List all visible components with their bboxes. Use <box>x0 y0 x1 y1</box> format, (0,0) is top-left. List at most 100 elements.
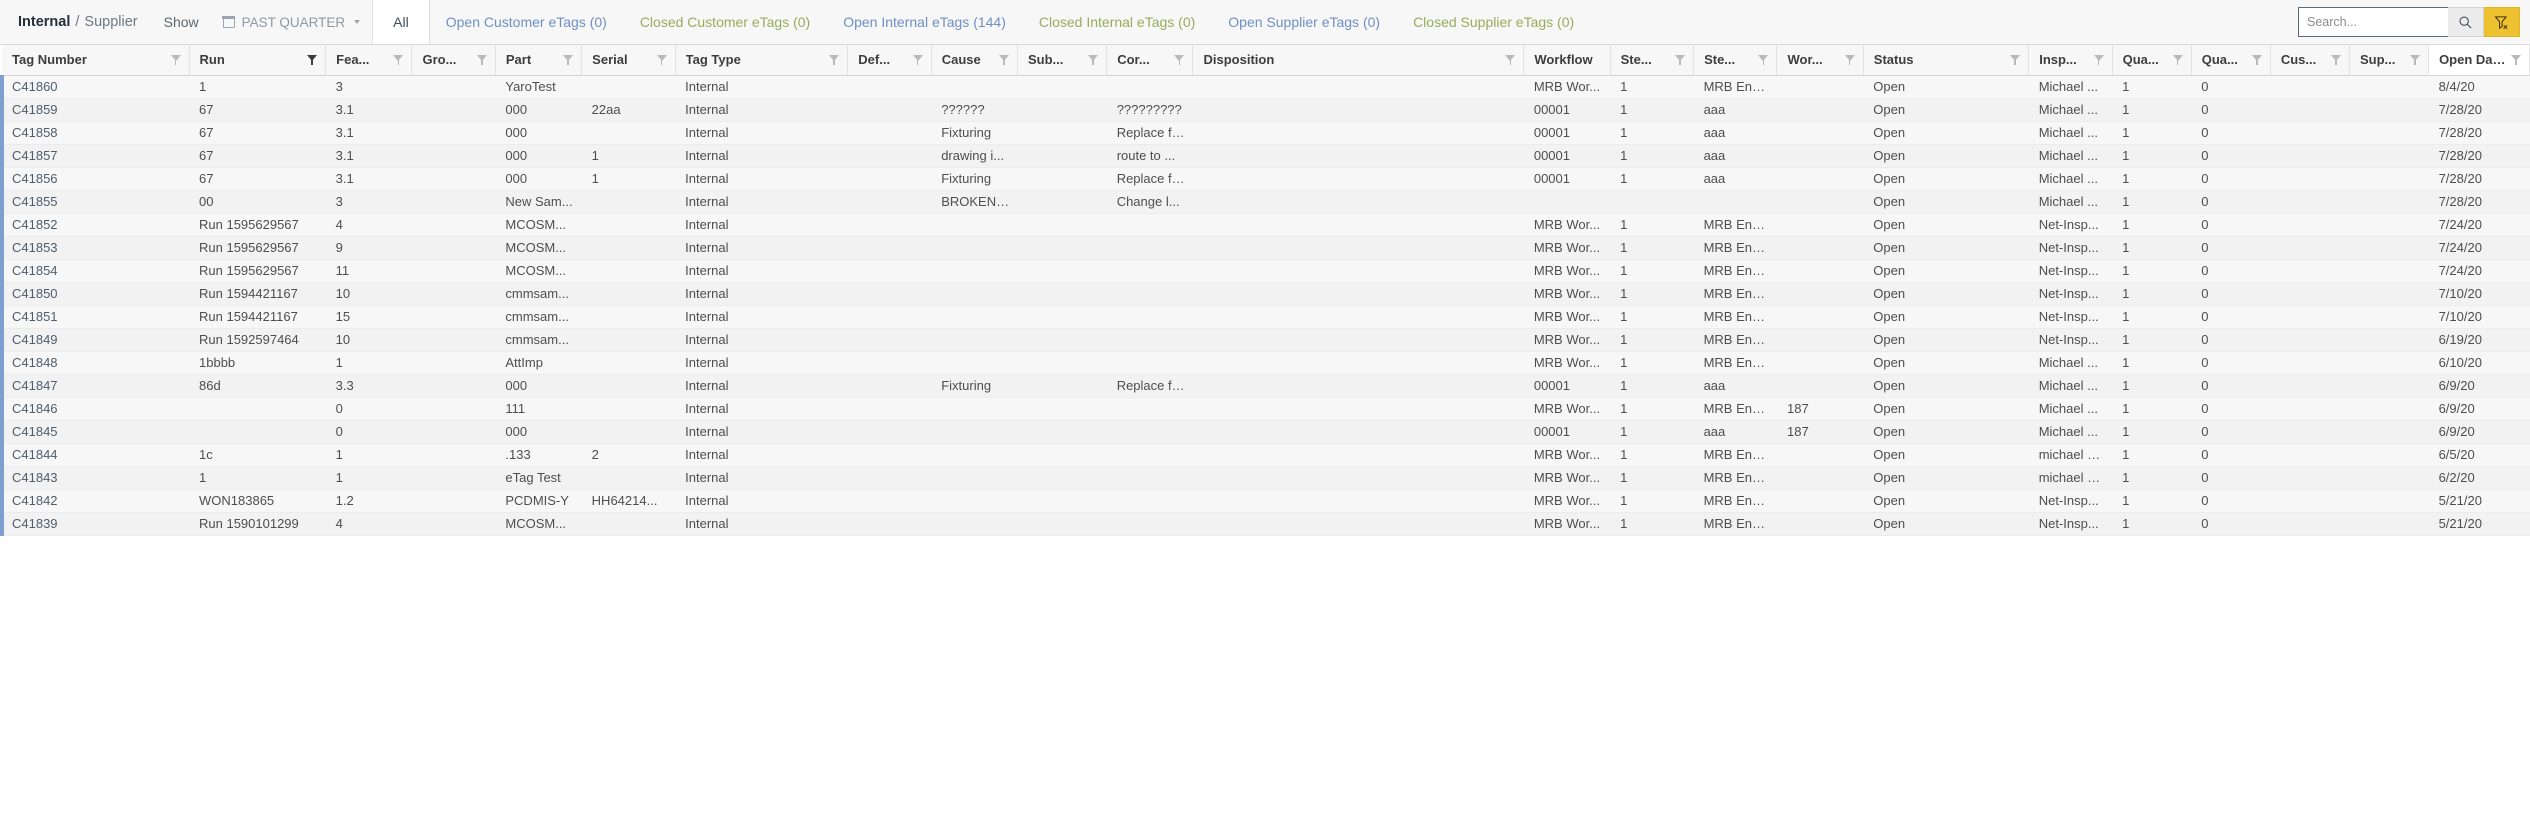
breadcrumb-supplier[interactable]: Supplier <box>84 14 137 30</box>
cell-cus <box>2270 466 2349 489</box>
clear-filter-button[interactable] <box>2484 7 2520 37</box>
table-row[interactable]: C4186013YaroTestInternalMRB Wor...1MRB E… <box>2 75 2530 98</box>
tab-closed-internal-etags[interactable]: Closed Internal eTags (0) <box>1023 0 1212 44</box>
column-filter-icon[interactable] <box>171 55 181 65</box>
column-header-def[interactable]: Def... <box>848 45 931 75</box>
column-header-sup[interactable]: Sup... <box>2349 45 2428 75</box>
cell-qua: 1 <box>2112 305 2191 328</box>
column-filter-icon[interactable] <box>307 55 317 65</box>
column-header-label: Disposition <box>1203 52 1274 67</box>
column-filter-icon[interactable] <box>1758 55 1768 65</box>
tab-all[interactable]: All <box>372 0 430 44</box>
table-row[interactable]: C41855003New Sam...InternalBROKEN ...Cha… <box>2 190 2530 213</box>
column-filter-icon[interactable] <box>913 55 923 65</box>
cell-disposition <box>1193 489 1524 512</box>
table-row[interactable]: C41850Run 159442116710cmmsam...InternalM… <box>2 282 2530 305</box>
column-filter-icon[interactable] <box>2331 55 2341 65</box>
column-header-cor[interactable]: Cor... <box>1107 45 1193 75</box>
cell-run <box>189 420 326 443</box>
column-filter-icon[interactable] <box>657 55 667 65</box>
column-filter-icon[interactable] <box>1505 55 1515 65</box>
cell-ste: 1 <box>1610 374 1693 397</box>
column-header-qua[interactable]: Qua... <box>2191 45 2270 75</box>
table-row[interactable]: C41842WON1838651.2PCDMIS-YHH64214...Inte… <box>2 489 2530 512</box>
column-filter-icon[interactable] <box>477 55 487 65</box>
column-filter-icon[interactable] <box>2010 55 2020 65</box>
column-filter-icon[interactable] <box>2511 55 2521 65</box>
column-filter-icon[interactable] <box>1675 55 1685 65</box>
period-picker[interactable]: PAST QUARTER <box>211 0 373 44</box>
cell-part: cmmsam... <box>495 328 581 351</box>
table-row[interactable]: C41859673.100022aaInternal??????????????… <box>2 98 2530 121</box>
search-input[interactable] <box>2298 7 2448 37</box>
column-header-cause[interactable]: Cause <box>931 45 1017 75</box>
cell-sub <box>1018 75 1107 98</box>
column-filter-icon[interactable] <box>1845 55 1855 65</box>
table-row[interactable]: C41858673.1000InternalFixturingReplace f… <box>2 121 2530 144</box>
cell-insp: Michael ... <box>2029 397 2112 420</box>
table-row[interactable]: C41849Run 159259746410cmmsam...InternalM… <box>2 328 2530 351</box>
cell-ste: MRB Engi... <box>1694 489 1777 512</box>
column-header-ste[interactable]: Ste... <box>1610 45 1693 75</box>
column-header-fea[interactable]: Fea... <box>326 45 412 75</box>
table-row[interactable]: C418481bbbb1AttImpInternalMRB Wor...1MRB… <box>2 351 2530 374</box>
column-header-qua[interactable]: Qua... <box>2112 45 2191 75</box>
column-header-run[interactable]: Run <box>189 45 326 75</box>
cell-ste: 1 <box>1610 397 1693 420</box>
column-header-part[interactable]: Part <box>495 45 581 75</box>
column-header-open-dat[interactable]: Open Dat... <box>2429 45 2530 75</box>
table-row[interactable]: C4184786d3.3000InternalFixturingReplace … <box>2 374 2530 397</box>
column-filter-icon[interactable] <box>2173 55 2183 65</box>
column-filter-icon[interactable] <box>2094 55 2104 65</box>
column-header-cus[interactable]: Cus... <box>2270 45 2349 75</box>
column-header-disposition[interactable]: Disposition <box>1193 45 1524 75</box>
table-row[interactable]: C41856673.10001InternalFixturingReplace … <box>2 167 2530 190</box>
column-header-ste[interactable]: Ste... <box>1694 45 1777 75</box>
cell-serial <box>582 121 676 144</box>
cell-disposition <box>1193 328 1524 351</box>
column-filter-icon[interactable] <box>1088 55 1098 65</box>
column-filter-icon[interactable] <box>829 55 839 65</box>
column-filter-icon[interactable] <box>999 55 1009 65</box>
column-header-sub[interactable]: Sub... <box>1018 45 1107 75</box>
column-header-wor[interactable]: Wor... <box>1777 45 1863 75</box>
table-row[interactable]: C418460111InternalMRB Wor...1MRB Engi...… <box>2 397 2530 420</box>
tab-open-supplier-etags[interactable]: Open Supplier eTags (0) <box>1212 0 1397 44</box>
tab-open-internal-etags[interactable]: Open Internal eTags (144) <box>827 0 1023 44</box>
column-filter-icon[interactable] <box>2410 55 2420 65</box>
cell-status: Open <box>1863 236 2028 259</box>
breadcrumb-internal[interactable]: Internal <box>18 14 70 30</box>
column-header-tag-number[interactable]: Tag Number <box>2 45 189 75</box>
column-header-tag-type[interactable]: Tag Type <box>675 45 848 75</box>
top-toolbar: Internal / Supplier Show PAST QUARTER Al… <box>0 0 2530 45</box>
cell-ste: 1 <box>1610 213 1693 236</box>
table-row[interactable]: C41851Run 159442116715cmmsam...InternalM… <box>2 305 2530 328</box>
column-filter-icon[interactable] <box>393 55 403 65</box>
column-header-status[interactable]: Status <box>1863 45 2028 75</box>
search-button[interactable] <box>2448 7 2484 37</box>
tab-open-customer-etags[interactable]: Open Customer eTags (0) <box>430 0 624 44</box>
column-filter-icon[interactable] <box>2252 55 2262 65</box>
tab-closed-customer-etags[interactable]: Closed Customer eTags (0) <box>624 0 827 44</box>
tab-closed-supplier-etags[interactable]: Closed Supplier eTags (0) <box>1397 0 1591 44</box>
table-row[interactable]: C4184311eTag TestInternalMRB Wor...1MRB … <box>2 466 2530 489</box>
column-filter-icon[interactable] <box>563 55 573 65</box>
table-row[interactable]: C41857673.10001Internaldrawing i...route… <box>2 144 2530 167</box>
table-row[interactable]: C41854Run 159562956711MCOSM...InternalMR… <box>2 259 2530 282</box>
table-row[interactable]: C41852Run 15956295674MCOSM...InternalMRB… <box>2 213 2530 236</box>
table-row[interactable]: C41853Run 15956295679MCOSM...InternalMRB… <box>2 236 2530 259</box>
column-header-insp[interactable]: Insp... <box>2029 45 2112 75</box>
cell-ste: MRB Engi... <box>1694 213 1777 236</box>
cell-tag-number: C41845 <box>2 420 189 443</box>
table-row[interactable]: C418450000Internal000011aaa187OpenMichae… <box>2 420 2530 443</box>
column-header-workflow[interactable]: Workflow <box>1524 45 1610 75</box>
cell-cus <box>2270 98 2349 121</box>
cell-sub <box>1018 190 1107 213</box>
table-row[interactable]: C418441c1.1332InternalMRB Wor...1MRB Eng… <box>2 443 2530 466</box>
cell-cause <box>931 351 1017 374</box>
table-row[interactable]: C41839Run 15901012994MCOSM...InternalMRB… <box>2 512 2530 535</box>
column-filter-icon[interactable] <box>1174 55 1184 65</box>
column-header-serial[interactable]: Serial <box>582 45 676 75</box>
column-header-gro[interactable]: Gro... <box>412 45 495 75</box>
cell-sub <box>1018 236 1107 259</box>
